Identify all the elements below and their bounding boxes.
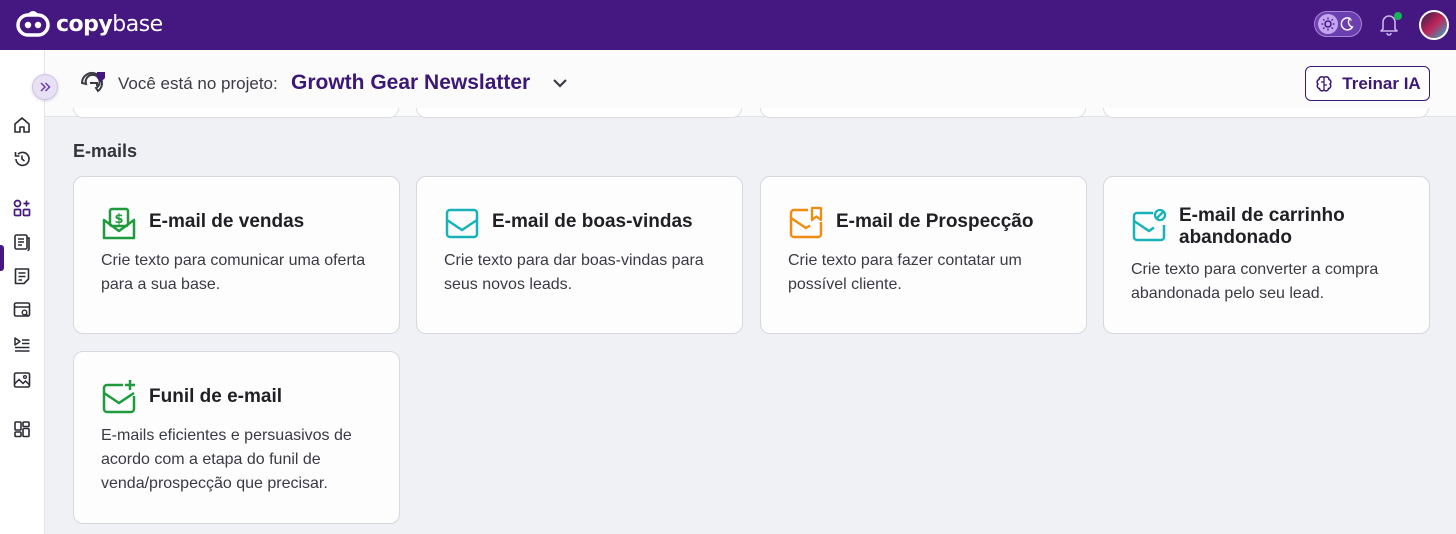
- notification-dot: [1394, 12, 1402, 20]
- card-title: E-mail de carrinho abandonado: [1179, 205, 1345, 248]
- sun-icon: [1318, 14, 1338, 34]
- svg-text:$: $: [114, 212, 123, 227]
- avatar[interactable]: [1419, 10, 1449, 40]
- card-title: E-mail de Prospecção: [836, 211, 1034, 232]
- templates-icon[interactable]: [11, 197, 33, 219]
- card-email-funnel[interactable]: Funil de e-mail E-mails eficientes e per…: [73, 351, 400, 524]
- moon-icon: [1339, 16, 1355, 32]
- card-description: Crie texto para comunicar uma oferta par…: [101, 252, 366, 293]
- history-icon[interactable]: [11, 148, 33, 170]
- logo-text-bold: copy: [56, 11, 113, 37]
- theme-toggle[interactable]: [1314, 11, 1362, 37]
- home-icon[interactable]: [11, 114, 33, 136]
- top-bar: copybase: [0, 0, 1456, 50]
- web-page-icon[interactable]: [11, 299, 33, 321]
- card-title: Funil de e-mail: [149, 386, 283, 407]
- sidebar-active-indicator: [0, 245, 4, 271]
- logo[interactable]: copybase: [16, 10, 163, 38]
- image-icon[interactable]: [11, 369, 33, 391]
- logo-icon: [16, 11, 50, 37]
- chevron-down-icon[interactable]: [552, 76, 568, 94]
- project-tag-icon: [78, 69, 110, 102]
- train-ai-button[interactable]: Treinar IA: [1305, 66, 1430, 101]
- dashboard-icon[interactable]: [11, 418, 33, 440]
- previous-card: [1103, 108, 1429, 118]
- logo-text-light: base: [112, 11, 163, 37]
- card-title: E-mail de boas-vindas: [492, 211, 693, 232]
- card-welcome-email[interactable]: E-mail de boas-vindas Crie texto para da…: [416, 176, 743, 334]
- double-chevron-right-icon: [40, 82, 51, 92]
- card-description: Crie texto para converter a compra aband…: [1131, 261, 1379, 302]
- card-abandoned-cart-email[interactable]: E-mail de carrinho abandonado Crie texto…: [1103, 176, 1430, 334]
- card-description: Crie texto para fazer contatar um possív…: [788, 252, 1022, 293]
- mail-open-icon: [444, 206, 480, 247]
- train-ai-label: Treinar IA: [1342, 73, 1421, 93]
- previous-card: [760, 108, 1086, 118]
- mail-blocked-icon: [1131, 208, 1167, 249]
- project-label: Você está no projeto:: [118, 74, 278, 93]
- section-title: E-mails: [73, 141, 138, 161]
- sidebar-expand-button[interactable]: [32, 74, 58, 100]
- previous-card: [73, 108, 399, 118]
- project-header: Você está no projeto: Growth Gear Newsla…: [45, 50, 1456, 117]
- documents-icon[interactable]: [11, 231, 33, 253]
- mail-bookmark-icon: [788, 206, 824, 247]
- sidebar: [0, 50, 45, 534]
- project-name[interactable]: Growth Gear Newslatter: [291, 71, 530, 95]
- money-mail-icon: $: [101, 206, 137, 247]
- notifications-button[interactable]: [1378, 12, 1402, 38]
- previous-card: [416, 108, 742, 118]
- brain-icon: [1316, 75, 1332, 92]
- card-description: Crie texto para dar boas-vindas para seu…: [444, 252, 704, 293]
- notes-icon[interactable]: [11, 265, 33, 287]
- mail-plus-icon: [101, 379, 137, 420]
- playlist-icon[interactable]: [11, 334, 33, 356]
- card-sales-email[interactable]: $ E-mail de vendas Crie texto para comun…: [73, 176, 400, 334]
- card-prospecting-email[interactable]: E-mail de Prospecção Crie texto para faz…: [760, 176, 1087, 334]
- card-title: E-mail de vendas: [149, 211, 305, 232]
- card-description: E-mails eficientes e persuasivos de acor…: [101, 427, 352, 492]
